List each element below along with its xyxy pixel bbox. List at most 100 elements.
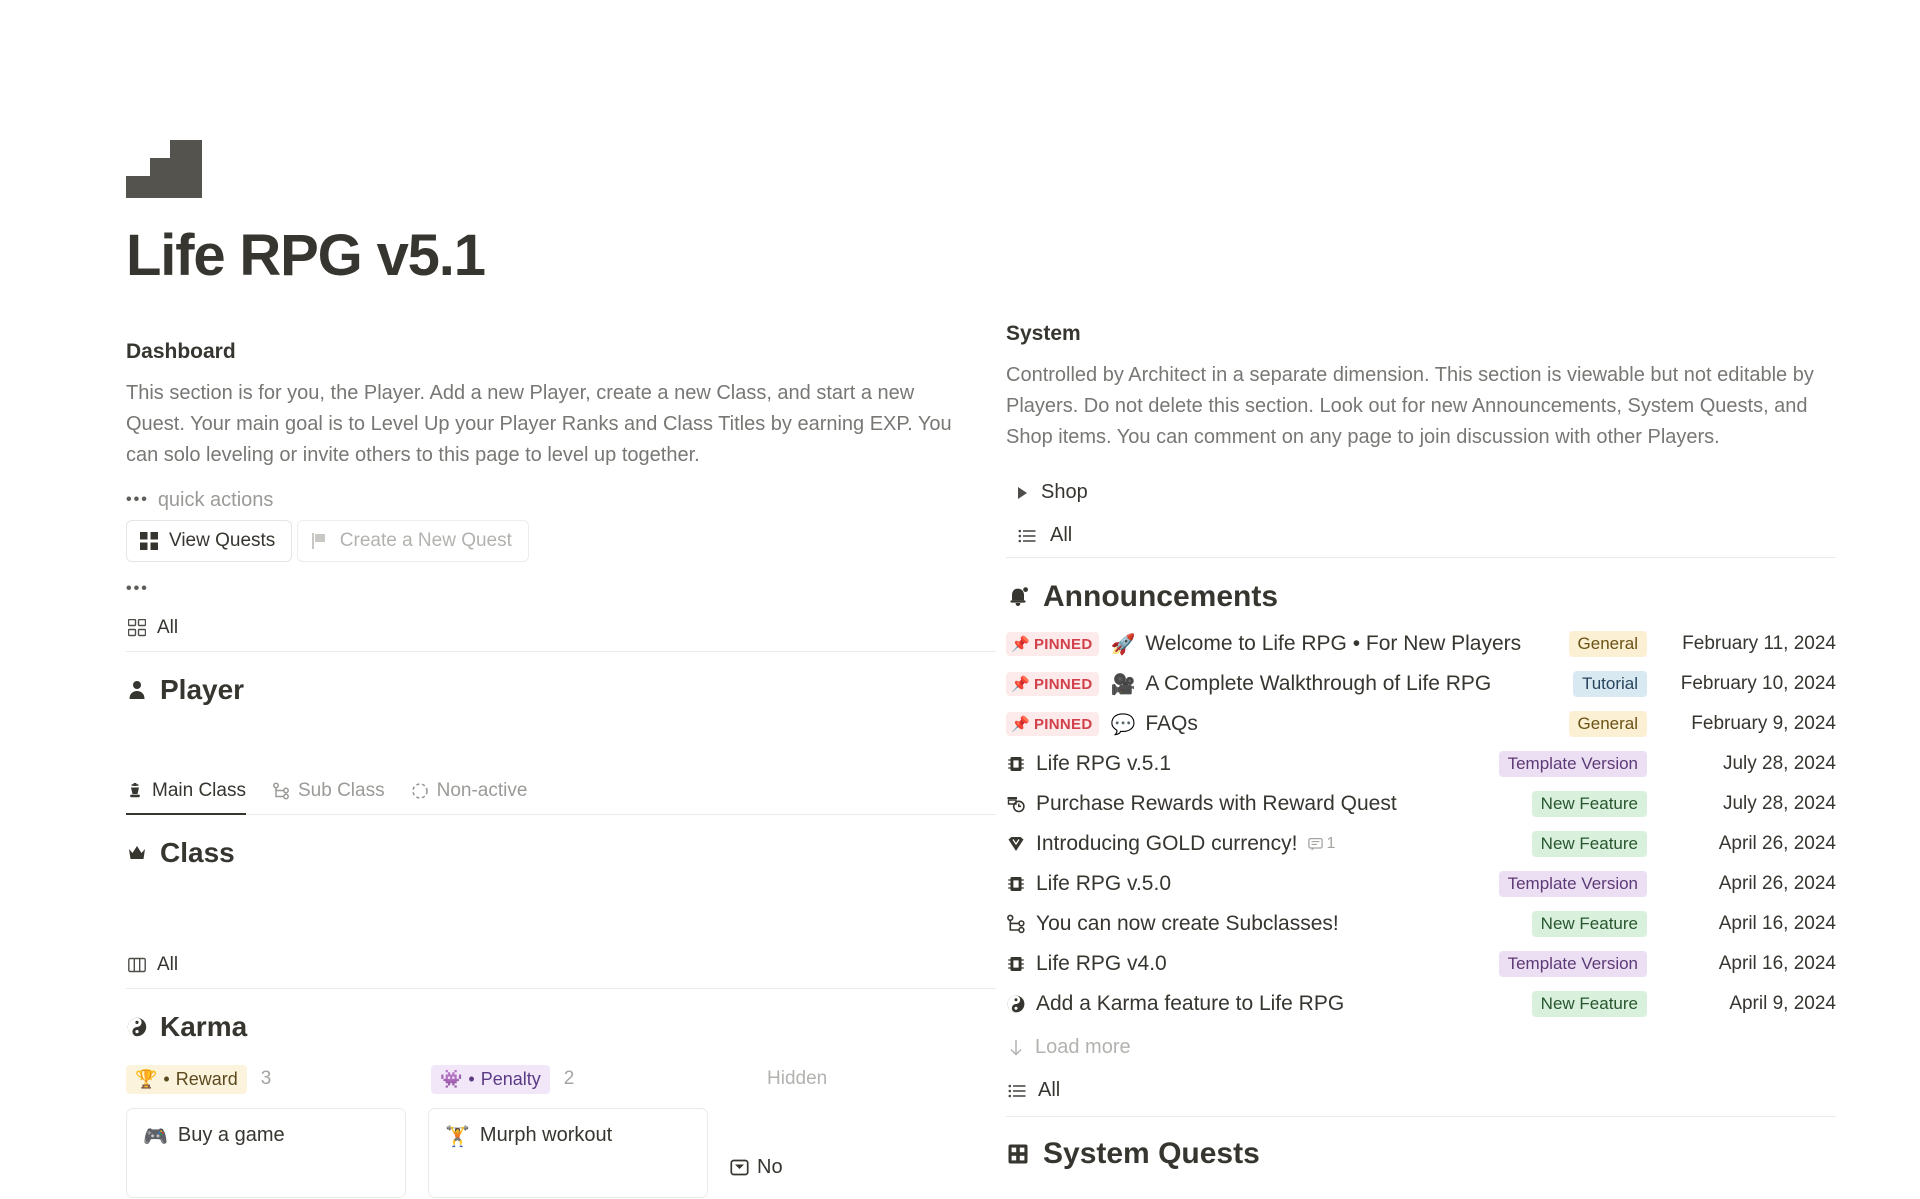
arrow-down-icon: [1008, 1039, 1024, 1057]
karma-heading: Karma: [126, 1011, 996, 1043]
announcement-row[interactable]: You can now create Subclasses! New Featu…: [1006, 904, 1836, 944]
announcement-title: Introducing GOLD currency!: [1036, 832, 1298, 855]
staircase-icon: [126, 140, 202, 198]
megaphone-icon: [1006, 585, 1030, 609]
announcement-date: April 26, 2024: [1718, 833, 1836, 854]
announcement-row[interactable]: Introducing GOLD currency! 1 New Feature…: [1006, 824, 1836, 864]
announcement-date: July 28, 2024: [1722, 753, 1836, 774]
trophy-icon: 🏆: [135, 1068, 158, 1089]
announcement-date: February 9, 2024: [1691, 713, 1836, 734]
penalty-count: 2: [563, 1068, 575, 1090]
comment-count[interactable]: 1: [1308, 835, 1335, 853]
create-new-quest-button[interactable]: Create a New Quest: [296, 519, 529, 562]
gallery-icon: [128, 618, 146, 637]
gem-icon: [1006, 834, 1026, 854]
announcement-title: Life RPG v4.0: [1036, 952, 1167, 975]
announcement-row[interactable]: Life RPG v.5.0 Template Version April 26…: [1006, 864, 1836, 904]
more-dots-icon: •••: [126, 579, 149, 597]
karma-no-label: No: [757, 1156, 783, 1179]
reward-bullet: •: [163, 1068, 170, 1089]
quick-actions-label-row: ••• quick actions: [126, 489, 996, 512]
tab-sub-class-label: Sub Class: [297, 779, 385, 801]
right-column: System Controlled by Architect in a sepa…: [1006, 140, 1836, 1198]
karma-cards: 🎮 Buy a game 🏋 Murph workout No: [126, 1107, 996, 1198]
dashboard-description: This section is for you, the Player. Add…: [126, 381, 952, 466]
reward-pill: 🏆 • Reward: [126, 1064, 247, 1094]
status-badge: New Feature: [1531, 911, 1647, 937]
comment-count-label: 1: [1326, 835, 1336, 852]
pin-icon: 📌: [1011, 676, 1030, 693]
announcement-date: February 10, 2024: [1680, 673, 1836, 694]
announcement-row[interactable]: 📌 PINNED 💬 FAQs General February 9, 2024: [1006, 704, 1836, 744]
gamepad-icon: 🎮: [143, 1125, 168, 1148]
karma-group-penalty[interactable]: 👾 • Penalty 2: [431, 1064, 731, 1094]
karma-no-row[interactable]: No: [730, 1138, 783, 1198]
karma-group-reward[interactable]: 🏆 • Reward 3: [126, 1064, 431, 1094]
announcement-row[interactable]: Life RPG v4.0 Template Version April 16,…: [1006, 944, 1836, 984]
status-badge: General: [1568, 631, 1647, 657]
announcement-date: April 16, 2024: [1718, 953, 1836, 974]
announcement-row[interactable]: Life RPG v.5.1 Template Version July 28,…: [1006, 744, 1836, 784]
announcements-all-view[interactable]: All: [1006, 1065, 1836, 1117]
announcements-list: 📌 PINNED 🚀 Welcome to Life RPG • For New…: [1006, 624, 1836, 1024]
status-badge: General: [1568, 711, 1647, 737]
announcement-row[interactable]: 📌 PINNED 🎥 A Complete Walkthrough of Lif…: [1006, 664, 1836, 704]
flag-icon: [311, 532, 329, 550]
pinned-label: PINNED: [1033, 635, 1093, 653]
tab-non-active[interactable]: Non-active: [411, 780, 527, 815]
class-heading: Class: [126, 837, 996, 869]
status-badge: Tutorial: [1572, 671, 1647, 697]
announcement-row[interactable]: Add a Karma feature to Life RPG New Feat…: [1006, 984, 1836, 1024]
pin-icon: 📌: [1011, 636, 1030, 653]
crown-icon: [126, 842, 148, 864]
announcement-row[interactable]: Purchase Rewards with Reward Quest New F…: [1006, 784, 1836, 824]
hierarchy-icon: [1006, 914, 1026, 934]
class-all-label: All: [157, 953, 179, 975]
quick-actions-label: quick actions: [157, 488, 274, 511]
announcement-date: April 26, 2024: [1718, 873, 1836, 894]
penalty-bullet: •: [468, 1068, 475, 1089]
view-quests-button[interactable]: View Quests: [126, 519, 293, 562]
triangle-right-icon[interactable]: [1018, 486, 1027, 499]
karma-card-title: Murph workout: [479, 1123, 613, 1146]
camera-icon: 🎥: [1110, 673, 1136, 696]
list-icon: [1018, 527, 1036, 545]
system-all-view[interactable]: All: [1006, 514, 1836, 558]
status-badge: New Feature: [1531, 831, 1647, 857]
announcement-title: A Complete Walkthrough of Life RPG: [1145, 672, 1492, 695]
class-all-view[interactable]: All: [126, 943, 996, 989]
load-more-label: Load more: [1035, 1036, 1131, 1058]
status-badge: New Feature: [1531, 791, 1647, 817]
player-heading: Player: [126, 674, 996, 706]
pinned-badge: 📌 PINNED: [1006, 632, 1100, 656]
tab-main-class[interactable]: Main Class: [126, 780, 246, 815]
announcement-row[interactable]: 📌 PINNED 🚀 Welcome to Life RPG • For New…: [1006, 624, 1836, 664]
chip-icon: [1006, 874, 1026, 894]
alien-icon: 👾: [440, 1068, 463, 1089]
pinned-label: PINNED: [1033, 675, 1093, 693]
karma-card-murph-workout[interactable]: 🏋 Murph workout: [428, 1107, 708, 1198]
karma-heading-label: Karma: [160, 1010, 248, 1042]
announcement-title: Life RPG v.5.1: [1036, 752, 1172, 775]
announcement-date: April 9, 2024: [1729, 993, 1836, 1014]
create-new-quest-label: Create a New Quest: [339, 529, 512, 551]
karma-card-buy-a-game[interactable]: 🎮 Buy a game: [126, 1107, 406, 1198]
more-dots-row[interactable]: •••: [126, 580, 996, 598]
shop-toggle[interactable]: Shop: [1006, 471, 1836, 514]
announcements-all-label: All: [1038, 1079, 1061, 1101]
class-heading-label: Class: [160, 836, 235, 868]
system-all-label: All: [1050, 524, 1073, 546]
announcement-date: February 11, 2024: [1682, 633, 1836, 654]
karma-hidden-label: Hidden: [767, 1068, 828, 1090]
tab-sub-class[interactable]: Sub Class: [272, 780, 385, 815]
dashed-circle-icon: [411, 782, 429, 800]
status-badge: Template Version: [1498, 751, 1647, 777]
speech-icon: 💬: [1110, 713, 1136, 736]
karma-legend: 🏆 • Reward 3 👾 • Penalty 2 Hidden: [126, 1064, 996, 1094]
load-more-button[interactable]: Load more: [1006, 1024, 1836, 1065]
rocket-icon: 🚀: [1110, 633, 1136, 656]
announcements-heading-label: Announcements: [1043, 580, 1279, 613]
dashboard-all-view[interactable]: All: [126, 606, 996, 652]
purchase-icon: [1006, 794, 1026, 814]
grid-icon: [140, 531, 158, 550]
